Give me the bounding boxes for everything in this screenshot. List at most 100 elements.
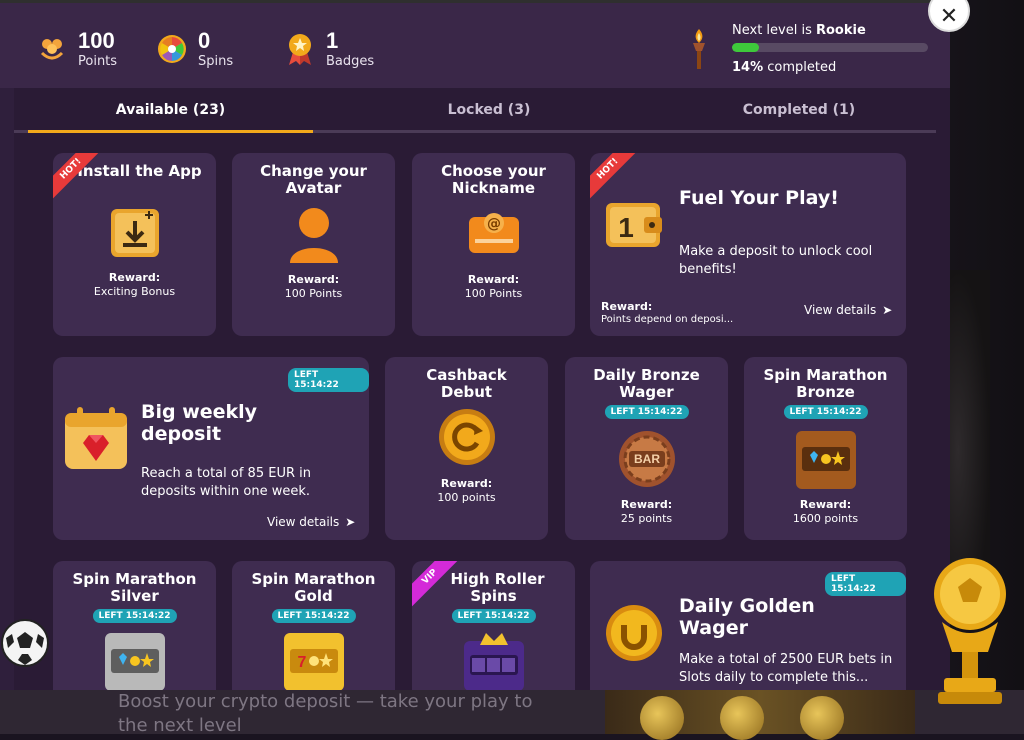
card-title-line2: Wager bbox=[679, 617, 748, 639]
card-title-line1: Choose your bbox=[412, 163, 575, 180]
mission-card-spin-marathon-bronze[interactable]: Spin Marathon Bronze LEFT 15:14:22 Rewar… bbox=[744, 357, 907, 540]
mission-card-choose-nickname[interactable]: Choose your Nickname @ Reward: 100 Point… bbox=[412, 153, 575, 336]
view-details-link[interactable]: View details ➤ bbox=[267, 515, 355, 529]
view-details-label: View details bbox=[267, 515, 339, 529]
spins-stat: 0 Spins bbox=[156, 27, 233, 71]
soccer-ball-icon bbox=[0, 618, 50, 668]
mission-card-daily-golden-wager[interactable]: LEFT 15:14:22 Daily Golden Wager Make a … bbox=[590, 561, 906, 690]
time-left-badge: LEFT 15:14:22 bbox=[92, 609, 176, 623]
card-title-line1: Spin Marathon bbox=[232, 571, 395, 588]
points-value: 100 bbox=[78, 30, 117, 52]
next-level-title: Next level is Rookie bbox=[732, 23, 866, 38]
reward-value: 1600 points bbox=[744, 512, 907, 526]
wallet-icon: 1 bbox=[604, 197, 664, 255]
mission-card-big-weekly-deposit[interactable]: LEFT 15:14:22 Big weekly deposit Reach a… bbox=[53, 357, 369, 540]
badges-label: Badges bbox=[326, 55, 374, 68]
card-title-line2: Spins bbox=[412, 588, 575, 605]
svg-text:@: @ bbox=[487, 216, 501, 232]
banner-text: Boost your crypto deposit — take your pl… bbox=[118, 690, 558, 738]
card-title-line2: Nickname bbox=[412, 180, 575, 197]
time-left-badge: LEFT 15:14:22 bbox=[271, 609, 355, 623]
missions-modal: 100 Points 0 Spins 1 Badges bbox=[0, 0, 950, 690]
card-title-line1: High Roller bbox=[412, 571, 575, 588]
reward-label: Reward: bbox=[53, 271, 216, 285]
tab-available[interactable]: Available (23) bbox=[28, 102, 313, 130]
mission-card-cashback-debut[interactable]: Cashback Debut Reward: 100 points bbox=[385, 357, 548, 540]
calendar-icon bbox=[63, 405, 129, 475]
silver-slot-machine-icon bbox=[103, 631, 167, 690]
reward-value: 100 Points bbox=[412, 287, 575, 301]
card-title-line1: Spin Marathon bbox=[53, 571, 216, 588]
bar-chip-label: BAR bbox=[629, 452, 665, 466]
mission-card-spin-marathon-silver[interactable]: Spin Marathon Silver LEFT 15:14:22 bbox=[53, 561, 216, 690]
card-title-line2: Wager bbox=[565, 384, 728, 401]
mission-card-high-roller-spins[interactable]: VIP High Roller Spins LEFT 15:14:22 bbox=[412, 561, 575, 690]
time-left-badge: LEFT 15:14:22 bbox=[288, 368, 369, 392]
level-progress-bar bbox=[732, 43, 928, 52]
reward-label: Reward: bbox=[385, 477, 548, 491]
level-progress-fill bbox=[732, 43, 759, 52]
card-description: Reach a total of 85 EUR in deposits with… bbox=[141, 465, 341, 501]
avatar-icon bbox=[287, 205, 341, 269]
medal-icon bbox=[284, 33, 316, 65]
slot-machine-icon bbox=[794, 429, 858, 495]
time-left-badge: LEFT 15:14:22 bbox=[825, 572, 906, 596]
points-label: Points bbox=[78, 55, 117, 68]
svg-text:7: 7 bbox=[298, 654, 307, 671]
card-title-line1: Change your bbox=[232, 163, 395, 180]
card-title-line2: Avatar bbox=[232, 180, 395, 197]
card-title-line2: Bronze bbox=[744, 384, 907, 401]
spins-value: 0 bbox=[198, 30, 233, 52]
stats-header: 100 Points 0 Spins 1 Badges bbox=[0, 0, 950, 88]
level-completed-text: 14% completed bbox=[732, 60, 836, 75]
card-title-line1: Daily Bronze bbox=[565, 367, 728, 384]
mission-card-change-avatar[interactable]: Change your Avatar Reward: 100 Points bbox=[232, 153, 395, 336]
active-tab-indicator bbox=[28, 130, 313, 133]
card-title-line2: deposit bbox=[141, 423, 221, 445]
reward-value: 100 points bbox=[385, 491, 548, 505]
tab-completed[interactable]: Completed (1) bbox=[654, 102, 944, 130]
level-progress: Next level is Rookie 14% completed bbox=[688, 21, 938, 81]
badges-stat: 1 Badges bbox=[284, 27, 374, 71]
card-description: Make a total of 2500 EUR bets in Slots d… bbox=[679, 651, 897, 687]
points-icon bbox=[36, 33, 68, 65]
reward-value: 25 points bbox=[565, 512, 728, 526]
tab-locked[interactable]: Locked (3) bbox=[344, 102, 634, 130]
time-left-badge: LEFT 15:14:22 bbox=[783, 405, 867, 419]
card-title-line1: Daily Golden bbox=[679, 595, 815, 617]
reward-label: Reward: bbox=[744, 498, 907, 512]
cashback-coin-icon bbox=[437, 407, 497, 471]
trophy-icon bbox=[922, 552, 1018, 708]
points-stat: 100 Points bbox=[36, 27, 117, 71]
crown-slot-machine-icon bbox=[462, 631, 526, 690]
hot-ribbon: HOT! bbox=[590, 153, 642, 203]
level-name: Rookie bbox=[816, 23, 866, 38]
card-title-line1: Big weekly bbox=[141, 401, 257, 423]
torch-icon bbox=[688, 27, 710, 73]
reward-label: Reward: bbox=[565, 498, 728, 512]
mission-card-fuel-your-play[interactable]: HOT! 1 Fuel Your Play! Make a deposit to… bbox=[590, 153, 906, 336]
reward-label: Reward: bbox=[232, 273, 395, 287]
svg-text:1: 1 bbox=[618, 212, 634, 243]
reward-value: 100 Points bbox=[232, 287, 395, 301]
reward-value: Points depend on deposi... bbox=[601, 314, 733, 325]
view-details-link[interactable]: View details ➤ bbox=[804, 303, 892, 317]
reward-label: Reward: bbox=[601, 300, 652, 313]
mission-card-daily-bronze-wager[interactable]: Daily Bronze Wager LEFT 15:14:22 BAR Rew… bbox=[565, 357, 728, 540]
card-title-line2: Silver bbox=[53, 588, 216, 605]
time-left-badge: LEFT 15:14:22 bbox=[604, 405, 688, 419]
nickname-icon: @ bbox=[467, 209, 521, 261]
mission-card-spin-marathon-gold[interactable]: Spin Marathon Gold LEFT 15:14:22 7 bbox=[232, 561, 395, 690]
view-details-label: View details bbox=[804, 303, 876, 317]
coin-decoration bbox=[800, 696, 844, 740]
gold-slot-machine-icon: 7 bbox=[282, 631, 346, 690]
wheel-icon bbox=[156, 33, 188, 65]
card-title-line2: Debut bbox=[385, 384, 548, 401]
bar-chip-icon: BAR bbox=[617, 429, 677, 493]
card-title-line1: Cashback bbox=[385, 367, 548, 384]
time-left-badge: LEFT 15:14:22 bbox=[451, 609, 535, 623]
mission-card-install-app[interactable]: Install the App HOT! Reward: Exciting Bo… bbox=[53, 153, 216, 336]
card-title-line2: Gold bbox=[232, 588, 395, 605]
card-title-line1: Spin Marathon bbox=[744, 367, 907, 384]
coin-decoration bbox=[720, 696, 764, 740]
